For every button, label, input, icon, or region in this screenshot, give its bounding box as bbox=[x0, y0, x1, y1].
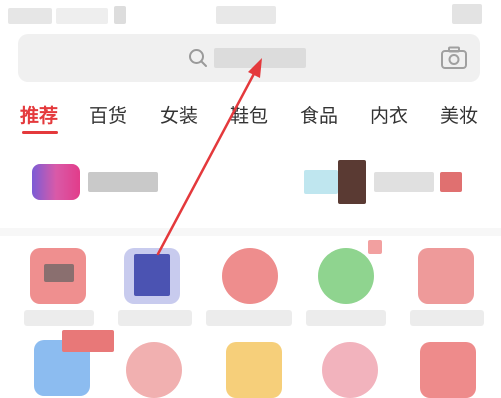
annotation-arrow bbox=[156, 58, 262, 256]
